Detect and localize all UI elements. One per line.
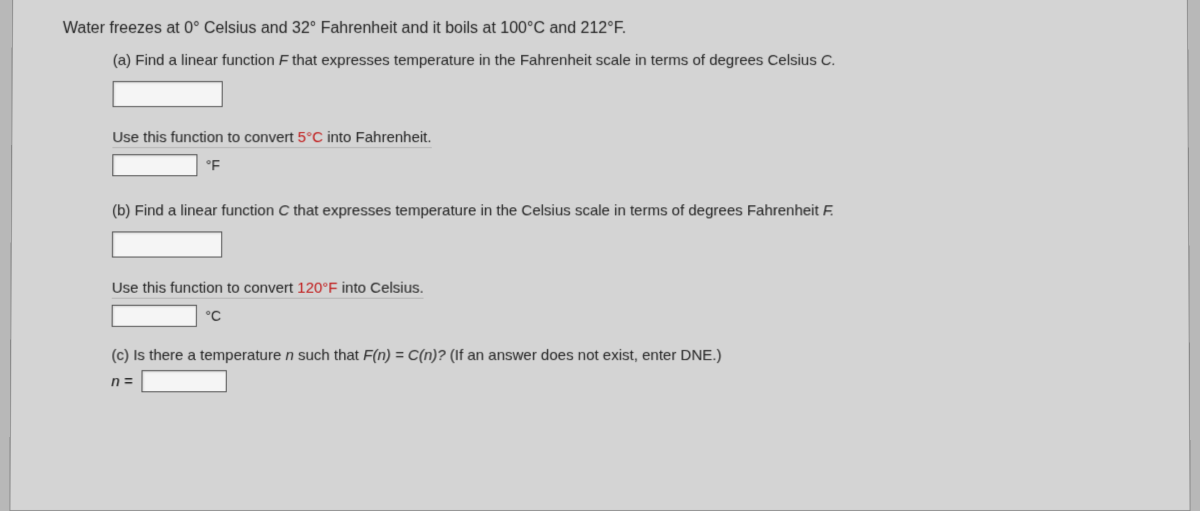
part-c-label: (c) Is there a temperature [111,347,285,364]
part-b-prompt: (b) Find a linear function C that expres… [112,202,1148,219]
part-b-sub1: Use this function to convert [112,280,298,297]
part-b-answer-row [112,231,1148,257]
n-equals-label: n = [111,373,132,390]
part-a-convert-row: °F [112,154,1148,176]
part-b-convert-input[interactable] [112,305,197,327]
part-a-unit: °F [206,157,220,173]
part-a: (a) Find a linear function F that expres… [112,52,1148,176]
part-a-sub2: into Fahrenheit. [323,129,432,146]
part-c: (c) Is there a temperature n such that F… [111,347,1149,392]
part-c-eq: F(n) = C(n)? [363,347,445,364]
problem-intro: Water freezes at 0° Celsius and 32° Fahr… [63,20,1147,38]
part-b-rest: that expresses temperature in the Celsiu… [289,202,823,219]
part-b-label: (b) Find a linear function [112,202,278,219]
part-c-answer-row: n = [111,370,1149,392]
part-b-convert-prompt: Use this function to convert 120°F into … [112,280,424,299]
part-a-prompt: (a) Find a linear function F that expres… [113,52,1148,69]
part-c-hint: (If an answer does not exist, enter DNE.… [446,347,722,364]
part-a-rest: that expresses temperature in the Fahren… [288,52,821,69]
part-a-value: 5°C [298,129,323,146]
part-b-value: 120°F [297,280,337,297]
part-a-convert-block: Use this function to convert 5°C into Fa… [112,129,1147,154]
part-b-answer-input[interactable] [112,231,222,257]
part-c-prompt: (c) Is there a temperature n such that F… [111,347,1148,364]
part-b-sub2: into Celsius. [338,280,424,297]
part-c-answer-input[interactable] [141,370,226,392]
part-a-answer-row [113,81,1148,107]
var-n: n [285,347,293,364]
part-a-answer-input[interactable] [113,81,223,107]
var-f: F [279,52,288,69]
var-f2: F. [823,202,834,219]
part-a-sub1: Use this function to convert [112,129,297,146]
part-a-convert-prompt: Use this function to convert 5°C into Fa… [112,129,431,148]
part-b-unit: °C [205,308,221,324]
part-b-convert-block: Use this function to convert 120°F into … [112,280,1149,305]
part-b: (b) Find a linear function C that expres… [112,202,1149,327]
var-c: C. [821,52,836,69]
part-b-convert-row: °C [112,305,1149,327]
worksheet-page: Water freezes at 0° Celsius and 32° Fahr… [9,0,1190,511]
part-a-label: (a) Find a linear function [113,52,279,69]
var-c2: C [278,202,289,219]
part-c-rest: such that [294,347,363,364]
part-a-convert-input[interactable] [112,154,197,176]
